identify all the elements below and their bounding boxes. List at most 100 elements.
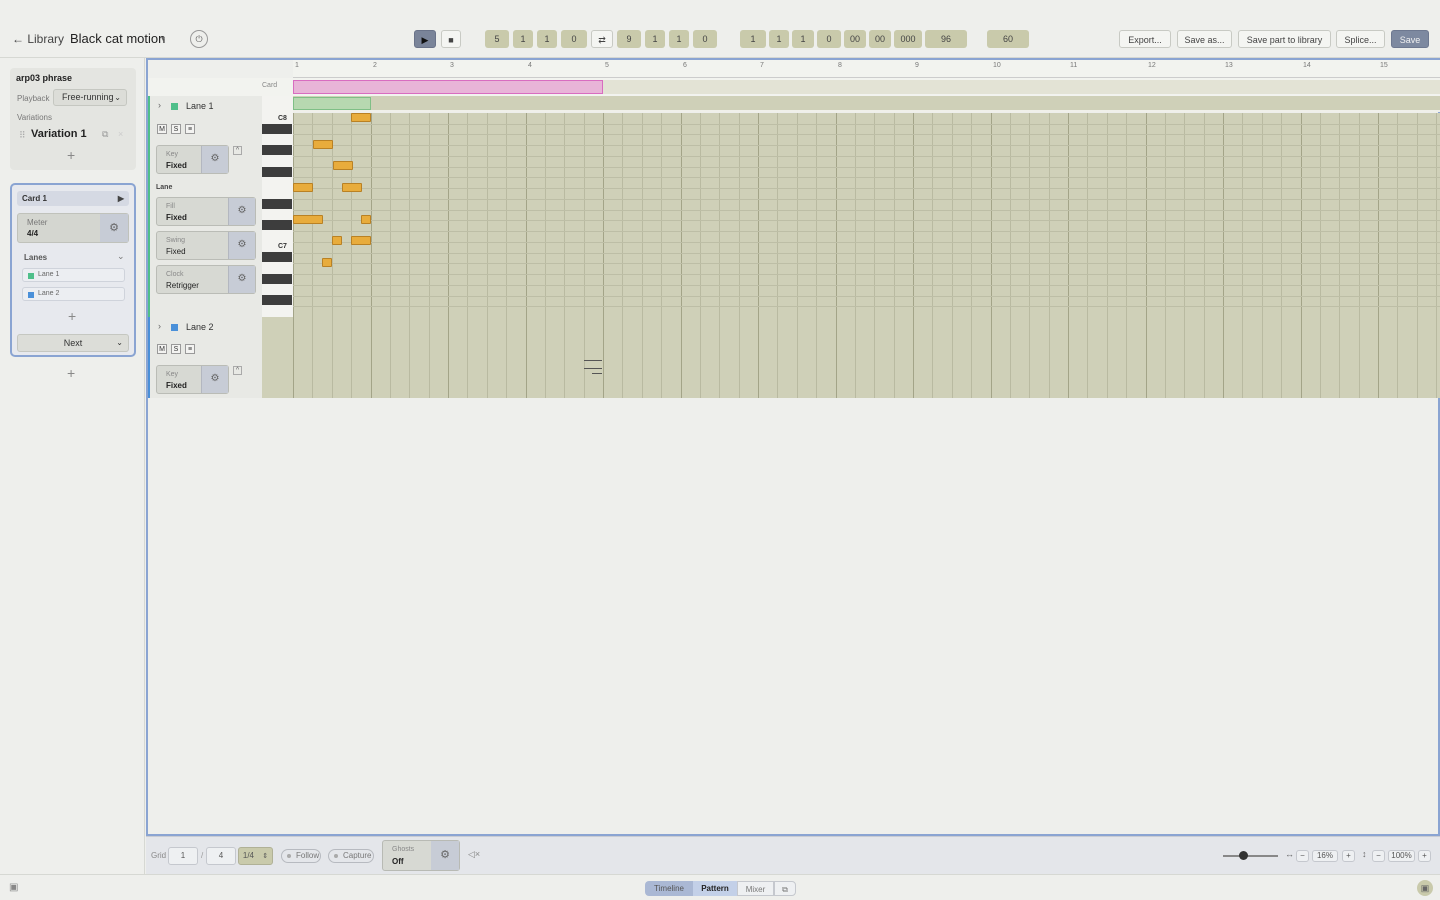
piano-key[interactable] <box>262 198 292 209</box>
card-block[interactable] <box>293 80 603 94</box>
phrase-name[interactable]: arp03 phrase <box>16 73 72 83</box>
piano-key[interactable] <box>262 134 292 144</box>
collapse-up-icon[interactable]: ^ <box>233 146 242 155</box>
piano-key[interactable] <box>262 294 292 305</box>
add-variation-icon[interactable]: + <box>67 147 75 163</box>
lane-1-solo-button[interactable]: S <box>171 124 181 134</box>
lane-2-name[interactable]: Lane 2 <box>186 322 214 332</box>
loop-bar[interactable]: 9 <box>617 30 641 48</box>
h-zoom-value[interactable]: 16% <box>1312 850 1338 862</box>
tab-mixer[interactable]: Mixer <box>737 881 774 896</box>
loop-beat[interactable]: 1 <box>645 30 665 48</box>
follow-toggle[interactable]: Follow <box>281 849 321 863</box>
piano-key[interactable] <box>262 220 292 230</box>
key-gear-icon[interactable]: ⚙ <box>201 146 228 173</box>
title-dropdown-icon[interactable]: ▾ <box>161 34 165 43</box>
export-button[interactable]: Export... <box>1119 30 1171 48</box>
tab-timeline[interactable]: Timeline <box>645 881 693 896</box>
zoom-slider-track[interactable] <box>1223 855 1278 857</box>
time-field-7[interactable]: 000 <box>894 30 922 48</box>
loop-toggle-button[interactable]: ⇄ <box>591 30 613 48</box>
lane-1-clock-param[interactable]: Clock Retrigger ⚙ <box>156 265 256 294</box>
stop-button[interactable]: ■ <box>441 30 461 48</box>
piano-key[interactable] <box>262 166 292 177</box>
piano-key[interactable] <box>262 306 292 316</box>
time-field-1[interactable]: 1 <box>740 30 766 48</box>
sidebar-lane-2[interactable]: Lane 2 <box>22 287 125 301</box>
lane-2-mute-button[interactable]: M <box>157 344 167 354</box>
popout-icon[interactable]: ⧉ <box>774 881 796 896</box>
grid-denominator-input[interactable]: 4 <box>206 847 236 865</box>
mute-preview-icon[interactable]: ◁× <box>468 849 480 860</box>
piano-key[interactable] <box>262 188 292 198</box>
ghosts-gear-icon[interactable]: ⚙ <box>431 841 459 870</box>
lane-1-name[interactable]: Lane 1 <box>186 101 214 111</box>
card-play-icon[interactable]: ▶ <box>118 191 124 206</box>
lane-1-mute-button[interactable]: M <box>157 124 167 134</box>
tempo-field[interactable]: 60 <box>987 30 1029 48</box>
loop-tick[interactable]: 0 <box>693 30 717 48</box>
clock-gear-icon[interactable]: ⚙ <box>228 266 255 293</box>
ghosts-param[interactable]: Ghosts Off ⚙ <box>382 840 460 871</box>
piano-key[interactable] <box>262 145 292 156</box>
lane-2-solo-button[interactable]: S <box>171 344 181 354</box>
piano-key[interactable] <box>262 231 292 241</box>
time-field-3[interactable]: 1 <box>792 30 814 48</box>
save-button[interactable]: Save <box>1391 30 1429 48</box>
lane-1-clip[interactable] <box>293 97 371 110</box>
piano-key[interactable] <box>262 177 292 187</box>
lanes-chevron-icon[interactable]: ⌄ <box>117 251 125 262</box>
position-sixteenth[interactable]: 1 <box>537 30 557 48</box>
swing-gear-icon[interactable]: ⚙ <box>228 232 255 259</box>
grid-division-select[interactable]: 1/4 ⇕ <box>238 847 273 865</box>
time-field-2[interactable]: 1 <box>769 30 789 48</box>
piano-key[interactable] <box>262 209 292 219</box>
time-field-4[interactable]: 0 <box>817 30 841 48</box>
lane-1-key-param[interactable]: Key Fixed ⚙ <box>156 145 229 174</box>
save-part-to-library-button[interactable]: Save part to library <box>1238 30 1331 48</box>
note[interactable] <box>361 215 371 224</box>
lane-2-step-grid[interactable] <box>293 317 1440 398</box>
note[interactable] <box>293 183 313 192</box>
add-lane-icon[interactable]: + <box>68 308 76 324</box>
note[interactable] <box>332 236 342 245</box>
note[interactable] <box>351 236 371 245</box>
power-icon[interactable]: ⏻ <box>190 30 208 48</box>
add-card-icon[interactable]: + <box>67 365 75 381</box>
piano-key[interactable] <box>262 273 292 284</box>
h-zoom-out-button[interactable]: − <box>1296 850 1309 862</box>
grid-numerator-input[interactable]: 1 <box>168 847 198 865</box>
key-gear-icon[interactable]: ⚙ <box>201 366 228 393</box>
piano-key[interactable] <box>262 113 292 123</box>
lane-2-key-param[interactable]: Key Fixed ⚙ <box>156 365 229 394</box>
lane-1-menu-button[interactable]: ≡ <box>185 124 195 134</box>
v-zoom-out-button[interactable]: − <box>1372 850 1385 862</box>
splice-button[interactable]: Splice... <box>1336 30 1385 48</box>
v-zoom-in-button[interactable]: + <box>1418 850 1431 862</box>
play-button[interactable]: ▶ <box>414 30 436 48</box>
piano-key[interactable] <box>262 156 292 166</box>
tab-pattern[interactable]: Pattern <box>693 881 737 896</box>
zoom-slider-handle[interactable] <box>1239 851 1248 860</box>
sidebar-lane-1[interactable]: Lane 1 <box>22 268 125 282</box>
note[interactable] <box>322 258 332 267</box>
position-bar[interactable]: 5 <box>485 30 509 48</box>
back-to-library-link[interactable]: ← Library <box>12 32 64 46</box>
position-beat[interactable]: 1 <box>513 30 533 48</box>
lane-2-expand-icon[interactable]: › <box>158 321 161 331</box>
lane-1-expand-icon[interactable]: › <box>158 100 161 110</box>
drag-handle-icon[interactable]: ⠿ <box>19 130 26 141</box>
meter-settings-gear-icon[interactable]: ⚙ <box>100 214 128 242</box>
duplicate-icon[interactable]: ⧉ <box>102 129 108 140</box>
next-select[interactable]: Next ⌄ <box>17 334 129 352</box>
note[interactable] <box>342 183 362 192</box>
time-field-6[interactable]: 00 <box>869 30 891 48</box>
fill-gear-icon[interactable]: ⚙ <box>228 198 255 225</box>
status-icon[interactable]: ▣ <box>1417 880 1433 896</box>
piano-key[interactable] <box>262 252 292 263</box>
piano-keyboard[interactable] <box>262 96 293 317</box>
playback-select[interactable]: Free-running ⌄ <box>53 89 127 106</box>
v-zoom-value[interactable]: 100% <box>1388 850 1415 862</box>
lane-1-fill-param[interactable]: Fill Fixed ⚙ <box>156 197 256 226</box>
ruler[interactable]: 1 2 3 4 5 6 7 8 9 10 11 12 13 14 15 <box>293 60 1440 78</box>
